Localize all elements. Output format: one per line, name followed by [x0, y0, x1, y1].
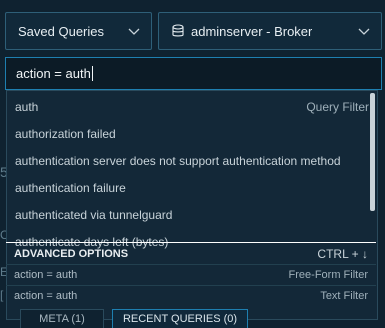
suggestion-item[interactable]: authorization failed — [7, 120, 377, 147]
query-input-value: action = auth — [16, 66, 91, 81]
suggestion-text: authentication server does not support a… — [15, 153, 341, 168]
chevron-down-icon — [358, 28, 370, 35]
advanced-shortcut: CTRL + ↓ — [317, 247, 368, 261]
suggestion-item[interactable]: authentication server does not support a… — [7, 147, 377, 174]
saved-queries-label: Saved Queries — [18, 23, 104, 39]
server-dropdown[interactable]: adminserver - Broker — [158, 12, 382, 50]
tab-recent-queries[interactable]: RECENT QUERIES (0) — [112, 309, 248, 328]
advanced-option-item[interactable]: action = auth Text Filter — [6, 286, 376, 305]
query-input[interactable]: action = auth — [5, 57, 382, 90]
advanced-option-item[interactable]: action = auth Free-Form Filter — [6, 265, 376, 284]
advanced-option-text: action = auth — [14, 289, 78, 302]
suggestion-type: Query Filter — [306, 99, 369, 114]
suggestion-text: authorization failed — [15, 126, 116, 141]
dropdown-scrollbar[interactable] — [370, 93, 375, 211]
tab-meta[interactable]: META (1) — [20, 309, 104, 328]
tab-meta-label: META (1) — [39, 313, 85, 325]
advanced-option-text: action = auth — [14, 268, 78, 281]
database-icon — [172, 24, 184, 37]
chevron-down-icon — [128, 28, 140, 35]
server-label: adminserver - Broker — [191, 23, 313, 39]
saved-queries-dropdown[interactable]: Saved Queries — [5, 12, 152, 50]
suggestion-item[interactable]: authenticated via tunnelguard — [7, 201, 377, 228]
text-caret — [91, 66, 93, 81]
background-fragment: [ — [0, 288, 4, 302]
tab-recent-queries-label: RECENT QUERIES (0) — [122, 313, 238, 325]
suggestion-text: auth — [15, 99, 39, 114]
advanced-divider — [6, 242, 376, 243]
advanced-option-type: Text Filter — [320, 289, 368, 302]
suggestion-item[interactable]: auth Query Filter — [7, 93, 377, 120]
suggestion-text: authentication failure — [15, 180, 126, 195]
advanced-option-type: Free-Form Filter — [288, 268, 368, 281]
suggestion-item[interactable]: authentication failure — [7, 174, 377, 201]
suggestion-text: authenticated via tunnelguard — [15, 207, 173, 222]
advanced-options-header: ADVANCED OPTIONS CTRL + ↓ — [6, 245, 376, 263]
advanced-options-title: ADVANCED OPTIONS — [14, 248, 129, 260]
